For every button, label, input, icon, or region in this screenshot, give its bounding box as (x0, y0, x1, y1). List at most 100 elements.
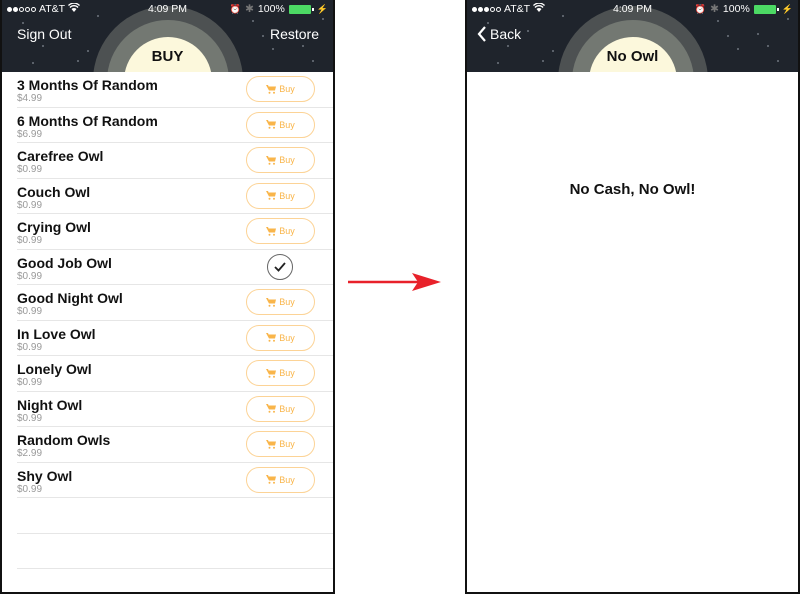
buy-label: Buy (279, 84, 295, 94)
cart-icon (266, 297, 277, 307)
cart-icon (266, 333, 277, 342)
buy-label: Buy (279, 155, 295, 165)
buy-label: Buy (279, 403, 295, 414)
star (262, 35, 264, 37)
buy-button[interactable]: Buy (246, 147, 315, 173)
buy-label: Buy (279, 297, 295, 307)
product-row: Lonely Owl $0.99 Buy (17, 356, 333, 392)
product-name: Good Job Owl (17, 254, 112, 271)
chevron-left-icon (477, 26, 486, 42)
star (767, 45, 769, 47)
header: BUY AT&T 4:09 PM ⏰ ✱ 100% ⚡ Sign Out Res… (2, 0, 333, 72)
product-price: $0.99 (17, 235, 43, 246)
buy-button[interactable]: Buy (246, 324, 315, 351)
product-row: Carefree Owl $0.99 Buy (17, 143, 333, 179)
product-row: Crying Owl $0.99 Buy (17, 214, 333, 250)
star (322, 18, 324, 20)
buy-label: Buy (279, 332, 295, 343)
buy-button[interactable]: Buy (246, 466, 315, 493)
product-row: Random Owls $2.99 Buy (17, 427, 333, 463)
product-name: Crying Owl (17, 219, 91, 235)
buy-button[interactable]: Buy (246, 111, 315, 138)
buy-button[interactable]: Buy (246, 431, 315, 457)
product-price: $0.99 (17, 377, 43, 388)
product-row: Good Night Owl $0.99 Buy (17, 285, 333, 321)
product-price: $4.99 (17, 93, 43, 104)
buy-label: Buy (279, 368, 295, 378)
star (252, 20, 254, 22)
sign-out-button[interactable]: Sign Out (17, 26, 71, 42)
status-bar: AT&T 4:09 PM ⏰ ✱ 100% ⚡ (2, 0, 333, 18)
buy-label: Buy (279, 439, 295, 449)
product-row: 3 Months Of Random $4.99 Buy (17, 72, 333, 108)
buy-button[interactable]: Buy (246, 218, 315, 244)
product-price: $0.99 (17, 483, 43, 495)
buy-label: Buy (279, 226, 295, 236)
star (507, 45, 509, 47)
buy-button[interactable]: Buy (246, 76, 315, 102)
empty-row (17, 534, 333, 569)
cart-icon (266, 191, 277, 200)
product-row: Night Owl $0.99 Buy (17, 392, 333, 427)
star (302, 45, 304, 47)
product-row: Good Job Owl $0.99 (17, 250, 333, 285)
product-row: 6 Months Of Random $6.99 Buy (17, 108, 333, 143)
star (757, 33, 759, 35)
product-name: Night Owl (17, 396, 83, 413)
clock: 4:09 PM (612, 3, 653, 15)
product-price: $2.99 (17, 448, 43, 459)
back-button[interactable]: Back (477, 26, 521, 42)
buy-button[interactable]: Buy (246, 395, 315, 422)
product-row: In Love Owl $0.99 Buy (17, 321, 333, 356)
page-title: No Owl (606, 48, 659, 65)
product-name: Lonely Owl (17, 361, 92, 377)
product-price: $0.99 (17, 341, 43, 353)
product-price: $0.99 (17, 306, 43, 317)
product-name: 3 Months Of Random (17, 77, 158, 93)
product-list: 3 Months Of Random $4.99 Buy 6 Months Of… (2, 72, 333, 569)
cart-icon (266, 404, 277, 413)
clock: 4:09 PM (147, 3, 188, 15)
product-price: $0.99 (17, 412, 43, 424)
product-name: 6 Months Of Random (17, 112, 158, 129)
owned-indicator (267, 253, 293, 280)
cart-icon (266, 439, 277, 449)
star (527, 30, 529, 32)
product-price: $6.99 (17, 128, 43, 140)
product-price: $0.99 (17, 199, 43, 211)
buy-screen: BUY AT&T 4:09 PM ⏰ ✱ 100% ⚡ Sign Out Res… (0, 0, 335, 594)
product-row: Couch Owl $0.99 Buy (17, 179, 333, 214)
star (727, 35, 729, 37)
cart-icon (266, 475, 277, 484)
no-owl-screen: No Owl AT&T 4:09 PM ⏰ ✱ 100% ⚡ Back No C… (465, 0, 800, 594)
transition-arrow-icon (348, 273, 441, 291)
cart-icon (266, 368, 277, 378)
restore-button[interactable]: Restore (270, 26, 319, 42)
product-name: Good Night Owl (17, 290, 123, 306)
product-name: Shy Owl (17, 467, 73, 484)
buy-button[interactable]: Buy (246, 360, 315, 386)
buy-button[interactable]: Buy (246, 289, 315, 315)
battery-icon (753, 4, 779, 14)
page-title: BUY (151, 48, 184, 65)
product-row: Shy Owl $0.99 Buy (17, 463, 333, 498)
buy-label: Buy (279, 190, 295, 201)
star (717, 20, 719, 22)
buy-label: Buy (279, 474, 295, 485)
star (42, 45, 44, 47)
product-name: Carefree Owl (17, 148, 104, 164)
star (487, 22, 489, 24)
cart-icon (266, 155, 277, 165)
empty-row (17, 498, 333, 534)
buy-button[interactable]: Buy (246, 182, 315, 209)
checkmark-icon (274, 261, 286, 272)
status-bar: AT&T 4:09 PM ⏰ ✱ 100% ⚡ (467, 0, 798, 18)
product-name: Random Owls (17, 432, 111, 448)
cart-icon (266, 120, 277, 129)
cart-icon (266, 226, 277, 236)
product-price: $0.99 (17, 270, 43, 282)
product-name: Couch Owl (17, 183, 91, 200)
no-cash-message: No Cash, No Owl! (569, 181, 696, 198)
star (787, 18, 789, 20)
battery-icon (288, 4, 314, 14)
